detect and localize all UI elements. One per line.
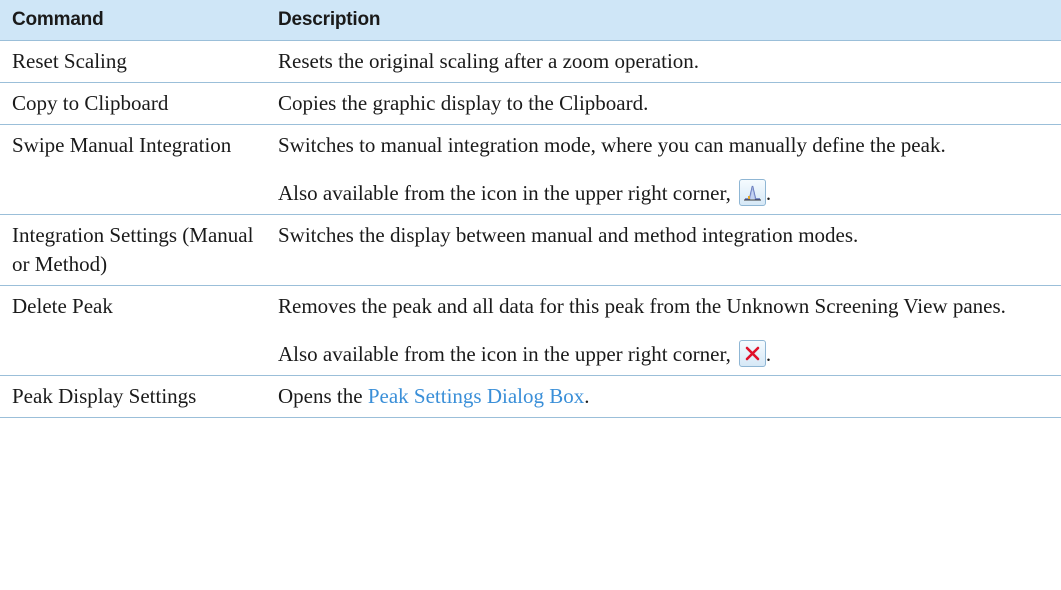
column-header-description: Description <box>265 0 1061 41</box>
command-cell: Integration Settings (Manual or Method) <box>0 214 265 286</box>
command-cell: Swipe Manual Integration <box>0 124 265 215</box>
command-cell: Reset Scaling <box>0 40 265 83</box>
command-cell: Peak Display Settings <box>0 375 265 418</box>
command-cell: Copy to Clipboard <box>0 82 265 125</box>
note-text: Also available from the icon in the uppe… <box>278 342 731 366</box>
description-cell: Switches to manual integration mode, whe… <box>265 124 1061 215</box>
commands-table: Command Description Reset Scaling Resets… <box>0 0 1061 418</box>
delete-x-icon <box>738 340 766 367</box>
description-cell: Opens the Peak Settings Dialog Box. <box>265 375 1061 418</box>
table-row: Peak Display Settings Opens the Peak Set… <box>0 375 1061 418</box>
table-header-row: Command Description <box>0 0 1061 41</box>
description-note: Also available from the icon in the uppe… <box>278 340 772 367</box>
table-row: Delete Peak Removes the peak and all dat… <box>0 285 1061 376</box>
note-text: Also available from the icon in the uppe… <box>278 181 731 205</box>
table-row: Copy to Clipboard Copies the graphic dis… <box>0 82 1061 125</box>
description-cell: Switches the display between manual and … <box>265 214 1061 286</box>
description-text: Removes the peak and all data for this p… <box>278 294 1006 318</box>
table-row: Swipe Manual Integration Switches to man… <box>0 124 1061 215</box>
description-note: Also available from the icon in the uppe… <box>278 179 772 206</box>
description-cell: Copies the graphic display to the Clipbo… <box>265 82 1061 125</box>
command-cell: Delete Peak <box>0 285 265 376</box>
peak-settings-dialog-link[interactable]: Peak Settings Dialog Box <box>368 384 584 408</box>
description-text: Switches to manual integration mode, whe… <box>278 133 946 157</box>
manual-integration-icon <box>738 179 766 206</box>
table-row: Integration Settings (Manual or Method) … <box>0 214 1061 286</box>
description-cell: Removes the peak and all data for this p… <box>265 285 1061 376</box>
description-cell: Resets the original scaling after a zoom… <box>265 40 1061 83</box>
column-header-command: Command <box>0 0 265 41</box>
table-row: Reset Scaling Resets the original scalin… <box>0 40 1061 83</box>
